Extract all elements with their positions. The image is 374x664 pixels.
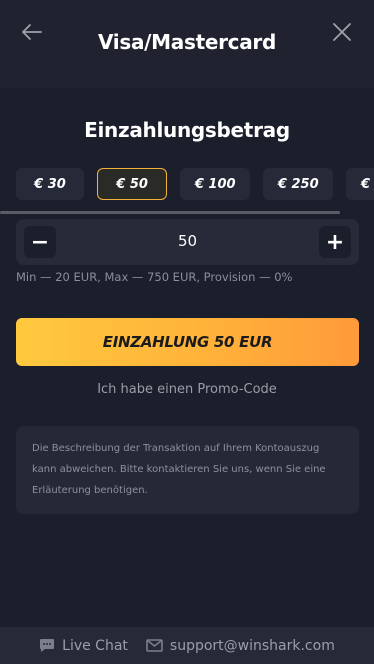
limits-text: Min — 20 EUR, Max — 750 EUR, Provision —… [16, 270, 293, 284]
transaction-notice: Die Beschreibung der Transaktion auf Ihr… [16, 426, 359, 514]
chat-icon [40, 639, 55, 652]
amount-chip[interactable]: € 100 [180, 168, 251, 200]
amount-chip[interactable]: € 30 [16, 168, 84, 200]
chip-scrollbar[interactable] [0, 211, 340, 214]
page-title: Visa/Mastercard [97, 30, 276, 54]
mail-icon [146, 639, 163, 652]
live-chat-label: Live Chat [62, 637, 128, 654]
section-title: Einzahlungsbetrag [84, 118, 290, 142]
amount-input[interactable]: 50 [64, 232, 311, 250]
amount-stepper: − 50 + [16, 219, 359, 265]
close-button[interactable] [328, 18, 356, 46]
increase-button[interactable]: + [319, 226, 351, 258]
amount-chip[interactable]: € 500 [346, 168, 374, 200]
decrease-button[interactable]: − [24, 226, 56, 258]
support-email-link[interactable]: support@winshark.com [146, 638, 335, 654]
close-icon [333, 23, 351, 41]
footer: Live Chat support@winshark.com [0, 627, 374, 664]
header: Visa/Mastercard [0, 0, 374, 88]
amount-chip[interactable]: € 250 [263, 168, 334, 200]
support-email-label: support@winshark.com [169, 637, 335, 654]
amount-chip-list: € 30 € 50 € 100 € 250 € 500 [16, 168, 374, 200]
deposit-button[interactable]: EINZAHLUNG 50 EUR [16, 318, 359, 366]
live-chat-link[interactable]: Live Chat [39, 638, 128, 654]
promo-code-link[interactable]: Ich habe einen Promo-Code [0, 382, 374, 397]
amount-chip-selected[interactable]: € 50 [97, 168, 168, 200]
